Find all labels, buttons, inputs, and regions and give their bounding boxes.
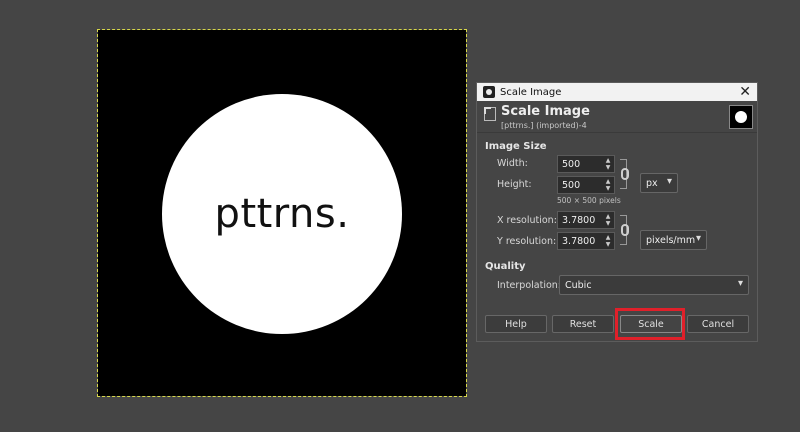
x-resolution-input[interactable]: 3.7800 ▲ ▼ [557, 211, 615, 229]
gimp-app-icon [483, 86, 495, 98]
y-resolution-label: Y resolution: [497, 236, 557, 247]
close-icon[interactable]: ✕ [739, 85, 751, 99]
image-canvas[interactable]: pttrns. [97, 29, 467, 397]
chain-link-icon[interactable] [621, 224, 629, 236]
y-resolution-input[interactable]: 3.7800 ▲ ▼ [557, 232, 615, 250]
width-value: 500 [562, 158, 581, 170]
logo-circle: pttrns. [162, 94, 402, 334]
scale-image-icon [484, 107, 496, 121]
scale-image-dialog: Scale Image ✕ Scale Image [pttrns.] (imp… [476, 82, 758, 342]
chevron-down-icon: ▾ [695, 233, 701, 244]
interpolation-select[interactable]: Cubic ▾ [559, 275, 749, 295]
width-input[interactable]: 500 ▲ ▼ [557, 155, 615, 173]
height-stepper[interactable]: ▲ ▼ [602, 177, 614, 193]
size-hint: 500 × 500 pixels [557, 196, 621, 205]
x-resolution-stepper[interactable]: ▲ ▼ [602, 212, 614, 228]
reset-button[interactable]: Reset [552, 315, 614, 333]
x-resolution-label: X resolution: [497, 215, 557, 226]
height-input[interactable]: 500 ▲ ▼ [557, 176, 615, 194]
height-value: 500 [562, 179, 581, 191]
window-title: Scale Image [500, 86, 562, 98]
help-button[interactable]: Help [485, 315, 547, 333]
image-name: [pttrns.] (imported)-4 [501, 121, 587, 130]
resolution-unit-value: pixels/mm [646, 234, 696, 246]
image-thumbnail [729, 105, 753, 129]
scale-button-highlight [615, 308, 685, 340]
chevron-down-icon: ▾ [666, 176, 672, 187]
y-resolution-value: 3.7800 [562, 235, 596, 247]
width-stepper[interactable]: ▲ ▼ [602, 156, 614, 172]
interpolation-label: Interpolation: [497, 280, 561, 291]
unit-select[interactable]: px ▾ [640, 173, 678, 193]
chain-link-icon[interactable] [621, 168, 629, 180]
dialog-heading: Scale Image [501, 104, 590, 119]
unit-value: px [646, 177, 658, 189]
chevron-down-icon: ▾ [737, 278, 743, 289]
x-resolution-value: 3.7800 [562, 214, 596, 226]
quality-title: Quality [485, 261, 526, 272]
logo-text: pttrns. [214, 191, 350, 237]
dialog-header: Scale Image [pttrns.] (imported)-4 [477, 101, 757, 133]
width-label: Width: [497, 158, 528, 169]
cancel-button[interactable]: Cancel [687, 315, 749, 333]
dialog-titlebar[interactable]: Scale Image ✕ [477, 83, 757, 101]
height-label: Height: [497, 179, 532, 190]
y-resolution-stepper[interactable]: ▲ ▼ [602, 233, 614, 249]
interpolation-value: Cubic [565, 279, 592, 291]
image-size-title: Image Size [485, 141, 547, 152]
resolution-unit-select[interactable]: pixels/mm ▾ [640, 230, 707, 250]
